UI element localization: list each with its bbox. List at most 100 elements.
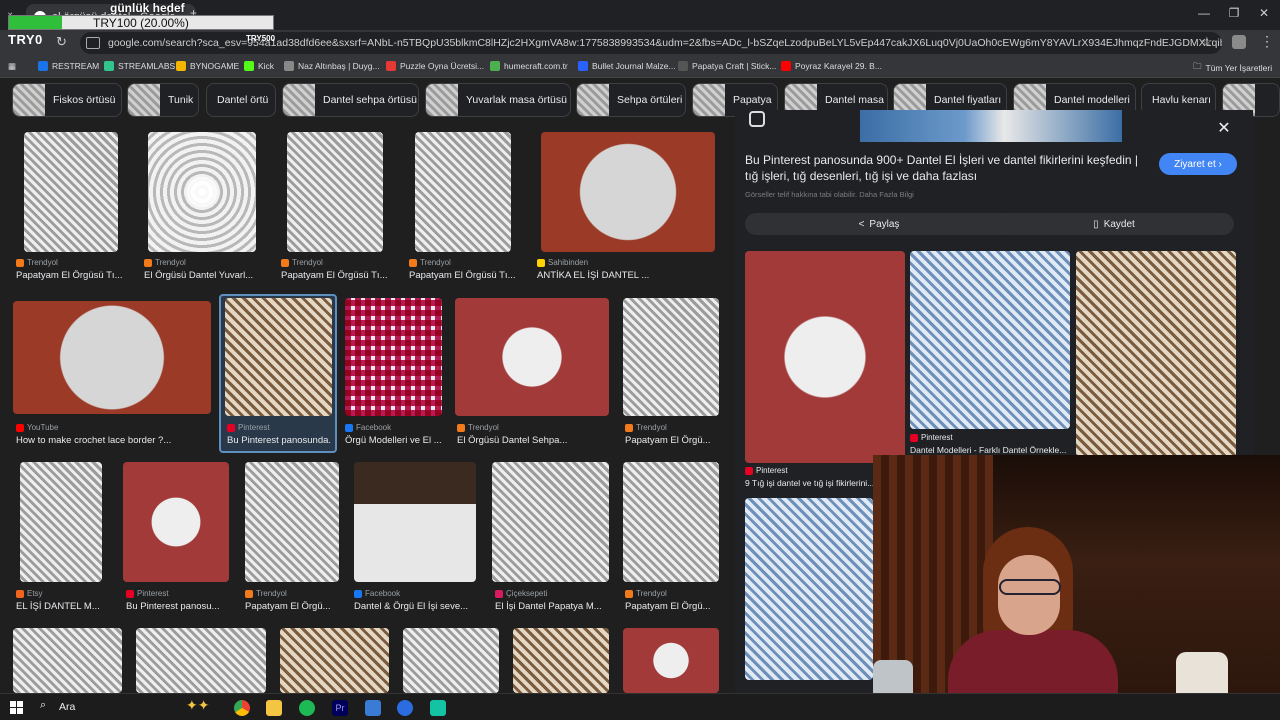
bookmark-restream[interactable]: RESTREAM [38, 61, 99, 71]
bookmark-naz[interactable]: Naz Altınbaş | Duyg... [284, 61, 380, 71]
windows-start-icon[interactable] [10, 701, 23, 714]
result-image-selected[interactable] [225, 298, 332, 416]
file-explorer-icon[interactable] [266, 700, 282, 716]
chip-tunik[interactable]: Tunik [127, 83, 199, 117]
site-info-icon[interactable] [86, 37, 100, 49]
minimize-button[interactable]: — [1194, 6, 1214, 20]
result-caption[interactable]: Papatyam El Örgü... [625, 601, 719, 612]
result-caption[interactable]: Bu Pinterest panosu... [126, 601, 230, 612]
result-caption[interactable]: El İşi Dantel Papatya M... [495, 601, 607, 612]
bookmark-bynogame[interactable]: BYNOGAME [176, 61, 239, 71]
related-image[interactable] [745, 498, 873, 680]
result-caption[interactable]: El Örgüsü Dantel Sehpa... [457, 435, 609, 446]
result-source: Trendyol [625, 589, 667, 598]
result-source: Trendyol [281, 258, 323, 267]
result-caption[interactable]: Papatyam El Örgüsü Tı... [281, 270, 387, 281]
bookmark-puzzle[interactable]: Puzzle Oyna Ücretsi... [386, 61, 484, 71]
result-image[interactable] [13, 301, 211, 414]
share-button[interactable]: < Paylaş [745, 213, 1013, 235]
result-caption[interactable]: Papatyam El Örgü... [245, 601, 339, 612]
app-icon[interactable] [430, 700, 446, 716]
maximize-button[interactable]: ❐ [1224, 6, 1244, 20]
extension-icon[interactable] [1232, 35, 1246, 49]
chip-thumbnail [426, 84, 458, 116]
share-icon: < [858, 218, 865, 230]
related-image[interactable] [1076, 251, 1236, 463]
globe-icon [284, 61, 294, 71]
result-image[interactable] [415, 132, 511, 252]
result-image[interactable] [455, 298, 609, 416]
result-caption[interactable]: ANTİKA EL İŞİ DANTEL ... [537, 270, 715, 281]
related-caption[interactable]: Dantel Modelleri - Farklı Dantel Örnekle… [910, 445, 1070, 455]
bookmark-streamlabs[interactable]: STREAMLABS [104, 61, 175, 71]
related-image[interactable] [910, 251, 1070, 429]
preview-hero-image[interactable] [860, 110, 1122, 142]
chip-dantel-ortu[interactable]: Dantel örtü [206, 83, 276, 117]
search-icon[interactable]: ⌕ [40, 699, 46, 712]
save-label: Kaydet [1103, 218, 1135, 230]
bookmark-kick[interactable]: Kick [244, 61, 274, 71]
bookmark-bullet-journal[interactable]: Bullet Journal Malze... [578, 61, 676, 71]
reload-icon[interactable]: ↻ [56, 34, 67, 50]
result-source: YouTube [16, 423, 58, 432]
result-caption[interactable]: How to make crochet lace border ?... [16, 435, 212, 446]
sparkle-icon[interactable]: ✦✦ [186, 697, 212, 713]
result-image[interactable] [287, 132, 383, 252]
result-image[interactable] [24, 132, 118, 252]
bookmark-poyraz[interactable]: Poyraz Karayel 29. B... [781, 61, 882, 71]
kick-icon [244, 61, 254, 71]
google-lens-icon[interactable] [749, 111, 765, 127]
chip-thumbnail [577, 84, 609, 116]
chip-fiskos[interactable]: Fiskos örtüsü [12, 83, 122, 117]
result-image[interactable] [354, 462, 476, 582]
result-image[interactable] [245, 462, 339, 582]
chip-label: Dantel örtü [217, 94, 269, 106]
result-caption[interactable]: Dantel & Örgü El İşi seve... [354, 601, 480, 612]
result-image[interactable] [13, 628, 122, 693]
chip-thumbnail [13, 84, 45, 116]
apps-grid-icon[interactable]: ▦ [8, 61, 16, 72]
chip-sehpa-ortuleri[interactable]: Sehpa örtüleri [576, 83, 686, 117]
result-image[interactable] [136, 628, 266, 693]
browser-menu-icon[interactable]: ⋮ [1260, 33, 1274, 50]
result-source: Etsy [16, 589, 43, 598]
bookmark-humecraft[interactable]: humecraft.com.tr [490, 61, 568, 71]
result-image[interactable] [20, 462, 102, 582]
result-image[interactable] [148, 132, 256, 252]
chip-yuvarlak-masa-ortusu[interactable]: Yuvarlak masa örtüsü [425, 83, 571, 117]
result-caption[interactable]: El Örgüsü Dantel Yuvarl... [144, 270, 256, 281]
app-icon[interactable] [397, 700, 413, 716]
app-icon[interactable] [365, 700, 381, 716]
result-source: Çiçeksepeti [495, 589, 547, 598]
result-image[interactable] [623, 298, 719, 416]
result-image[interactable] [403, 628, 499, 693]
result-image[interactable] [280, 628, 389, 693]
premiere-icon[interactable]: Pr [332, 700, 348, 716]
result-caption[interactable]: Bu Pinterest panosunda... [227, 435, 331, 446]
chrome-icon[interactable] [234, 700, 250, 716]
all-bookmarks-folder[interactable]: 🗀 Tüm Yer İşaretleri [1193, 61, 1272, 75]
result-image[interactable] [492, 462, 609, 582]
close-window-button[interactable]: ✕ [1254, 6, 1274, 20]
close-preview-icon[interactable]: ✕ [1214, 118, 1234, 138]
result-image[interactable] [623, 462, 719, 582]
result-image[interactable] [513, 628, 609, 693]
preview-title[interactable]: Bu Pinterest panosunda 900+ Dantel El İş… [745, 152, 1145, 184]
save-button[interactable]: ▯ Kaydet [994, 213, 1234, 235]
visit-button[interactable]: Ziyaret et › [1159, 153, 1237, 175]
taskbar-search-label[interactable]: Ara [59, 701, 75, 713]
result-caption[interactable]: Papatyam El Örgüsü Tı... [409, 270, 517, 281]
result-caption[interactable]: Örgü Modelleri ve El ... [345, 435, 443, 446]
result-caption[interactable]: EL İŞİ DANTEL M... [16, 601, 106, 612]
bookmark-papatya[interactable]: Papatya Craft | Stick... [678, 61, 776, 71]
result-image[interactable] [541, 132, 715, 252]
result-caption[interactable]: Papatyam El Örgü... [625, 435, 719, 446]
result-image[interactable] [345, 298, 442, 416]
spotify-icon[interactable] [299, 700, 315, 716]
result-caption[interactable]: Papatyam El Örgüsü Tı... [16, 270, 126, 281]
result-image[interactable] [623, 628, 719, 693]
bookmark-star-icon[interactable]: ☆ [1201, 34, 1213, 50]
chip-dantel-sehpa-ortusu[interactable]: Dantel sehpa örtüsü [282, 83, 419, 117]
result-image[interactable] [123, 462, 229, 582]
related-image[interactable] [745, 251, 905, 463]
